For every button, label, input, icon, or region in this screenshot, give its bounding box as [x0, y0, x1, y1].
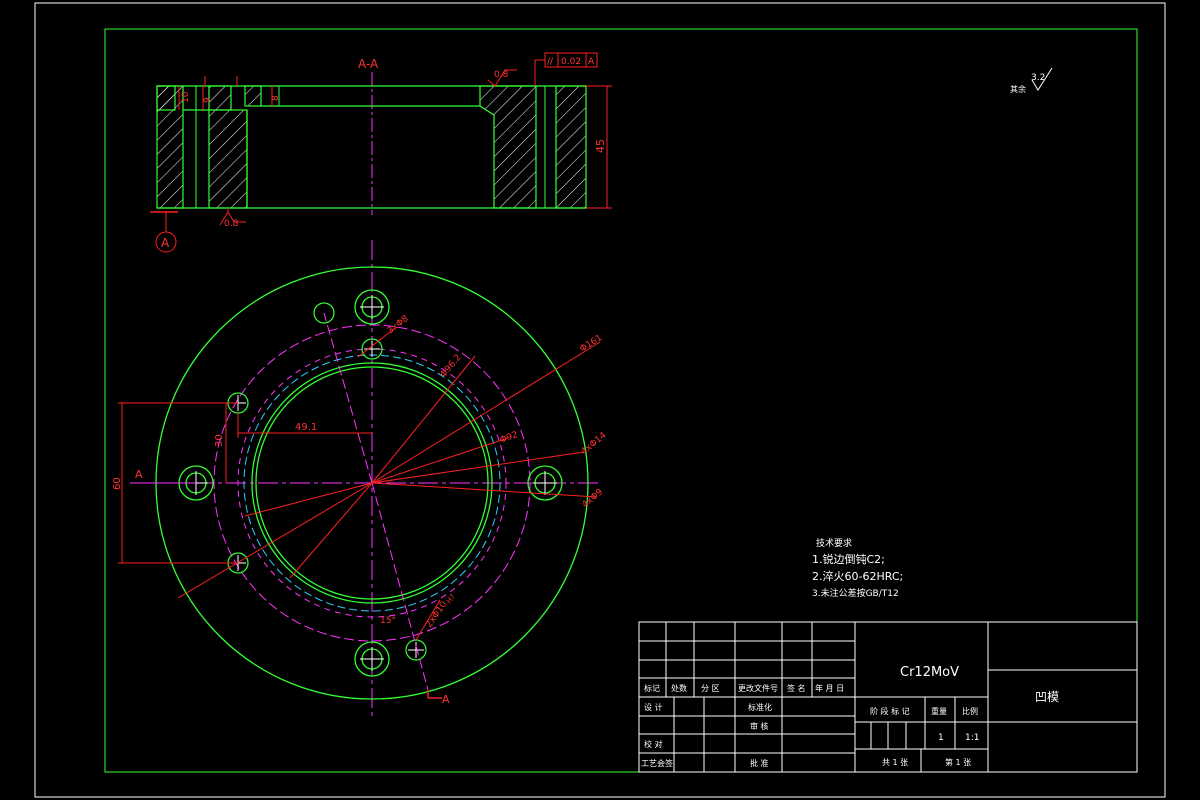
dim-60: 60: [112, 477, 123, 490]
label-d92: Φ92: [499, 430, 520, 446]
label-3xd8: 3xΦ8: [386, 314, 411, 337]
tech-item-3: 3.未注公差按GB/T12: [812, 587, 899, 599]
sheet-border: [34, 2, 1166, 798]
label-h7: H7: [445, 593, 457, 606]
section-left-top-1: [156, 85, 176, 111]
label-angle: 15°: [380, 616, 396, 626]
counterbore-hole-bottom: [354, 641, 390, 677]
label-d161: Φ161: [578, 333, 604, 354]
tb-check: 校 对: [644, 739, 663, 749]
datum-label: A: [161, 236, 170, 250]
tb-h0: 标记: [644, 683, 660, 693]
dim-49: 49.1: [295, 422, 317, 433]
dim-10: 10: [181, 91, 191, 103]
label-2xd10: 2xΦ10: [424, 600, 449, 630]
tb-stage: 阶 段 标 记: [870, 706, 910, 716]
plan-view: A A 49.1 30 60 3xΦ8 Φ161 Φ96.2 Φ92 4xΦ14…: [112, 240, 609, 720]
surface-note-label: 其余: [1010, 84, 1026, 94]
section-right-wall: [479, 85, 537, 209]
label-d96: Φ96.2: [439, 353, 464, 380]
tech-item-1: 1.锐边倒钝C2;: [812, 552, 885, 566]
roughness-top: 0.8: [494, 70, 509, 80]
tb-sheet-no: 第 1 张: [945, 757, 971, 767]
tolerance-symbol: //: [547, 57, 554, 67]
tech-item-2: 2.淬火60-62HRC;: [812, 569, 903, 583]
section-left-top-3: [244, 85, 262, 107]
tolerance-value: 0.02: [561, 57, 581, 67]
tb-h5: 年 月 日: [815, 683, 844, 693]
tb-material: Cr12MoV: [900, 665, 959, 680]
roughness-bottom: 0.8: [224, 219, 239, 229]
tb-design: 设 计: [644, 702, 663, 712]
title-block: [638, 621, 1138, 773]
tb-scale-value: 1:1: [965, 733, 979, 743]
tb-approve: 批 准: [750, 758, 769, 768]
counterbore-hole-top: [354, 289, 390, 325]
tb-sheets-total: 共 1 张: [882, 758, 908, 767]
tb-standard: 标准化: [748, 702, 772, 712]
section-right-block: [555, 85, 587, 209]
surface-note: 其余 3.2: [1010, 67, 1053, 94]
drawing-frame: [104, 28, 1138, 773]
dim-height: 45: [594, 139, 607, 153]
section-mark-left: A: [135, 468, 143, 481]
tb-part-name: 凹模: [1035, 690, 1059, 704]
section-view: A-A 10 9 8 45 0.8 // 0.02 A 0.8 A: [150, 52, 612, 253]
dim-9: 9: [203, 97, 213, 103]
tb-h4: 签 名: [787, 683, 806, 693]
tech-requirements: 技术要求 1.锐边倒钝C2; 2.淬火60-62HRC; 3.未注公差按GB/T…: [812, 537, 903, 599]
tb-process: 工艺会签: [641, 758, 673, 768]
section-mark-bottom: A: [442, 693, 450, 706]
tech-title: 技术要求: [816, 537, 852, 549]
label-4xd9: 4xΦ9: [581, 487, 606, 510]
dim-30: 30: [214, 434, 225, 447]
tb-weight: 重量: [931, 706, 947, 716]
section-left-block: [208, 109, 248, 209]
tb-h3: 更改文件号: [738, 683, 778, 693]
drawing-canvas: A-A 10 9 8 45 0.8 // 0.02 A 0.8 A 其余 3.2…: [34, 2, 1166, 798]
section-title: A-A: [358, 57, 379, 71]
dim-8: 8: [271, 95, 281, 101]
tb-weight-value: 1: [938, 733, 944, 743]
surface-note-value: 3.2: [1031, 73, 1045, 83]
tb-h1: 处数: [671, 683, 687, 693]
tolerance-datum: A: [588, 57, 595, 67]
tb-review: 审 核: [750, 721, 769, 731]
dimension-leaders: [177, 327, 601, 641]
tb-scale: 比例: [962, 706, 978, 716]
tb-h2: 分 区: [701, 684, 720, 693]
